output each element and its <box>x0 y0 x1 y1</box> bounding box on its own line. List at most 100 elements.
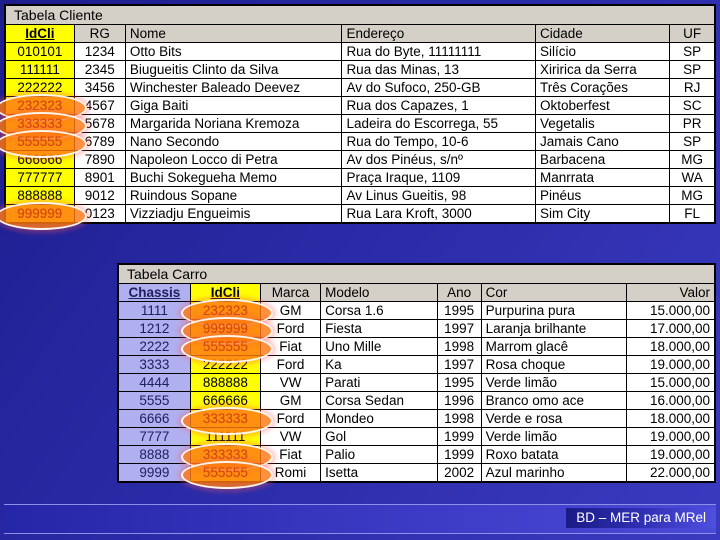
cell-valor: 15.000,00 <box>626 373 716 392</box>
cell-nome: Winchester Baleado Deevez <box>124 78 343 97</box>
cell-nome: Vizziadju Engueimis <box>124 204 343 223</box>
cell-ano: 1998 <box>436 337 482 356</box>
cell-marca: Fiat <box>259 445 322 464</box>
cell-nome: Buchi Sokegueha Memo <box>124 168 343 187</box>
cell-ano: 1999 <box>436 427 482 446</box>
cell-idcli: 999999 <box>189 319 261 338</box>
cell-valor: 19.000,00 <box>626 355 716 374</box>
cell-modelo: Corsa 1.6 <box>320 301 438 320</box>
cell-cidade: Oktoberfest <box>534 96 671 115</box>
cell-uf: SP <box>669 42 716 61</box>
tabela-carro: Tabela Carro Chassis IdCli Marca Modelo Ano Co… <box>117 263 716 483</box>
cell-chassis: 1111 <box>117 301 191 320</box>
cell-ano: 1995 <box>436 373 482 392</box>
cell-idcli: 232323 <box>189 301 261 320</box>
column-header-ano: Ano <box>436 283 482 302</box>
cell-chassis: 6666 <box>117 409 191 428</box>
cell-marca: GM <box>259 301 322 320</box>
cell-cidade: Vegetalis <box>534 114 671 133</box>
table-row[interactable]: 333333 5678 Margarida Noriana Kremoza Ladei… <box>4 114 716 133</box>
column-header-nome: Nome <box>124 24 343 43</box>
table-header-row: IdCli RG Nome Endereço Cidade UF <box>4 24 716 43</box>
cell-rg: 6789 <box>73 132 126 151</box>
cell-marca: Ford <box>259 355 322 374</box>
cell-idcli: 222222 <box>4 78 75 97</box>
table-row[interactable]: 555555 6789 Nano Secondo Rua do Tempo, 10-6… <box>4 132 716 151</box>
cell-uf: FL <box>669 204 716 223</box>
cell-cor: Rosa choque <box>480 355 628 374</box>
cell-uf: SP <box>669 60 716 79</box>
cell-endereco: Rua do Byte, 11111111 <box>341 42 536 61</box>
cell-cidade: Três Corações <box>534 78 671 97</box>
cell-modelo: Gol <box>320 427 438 446</box>
cell-uf: PR <box>669 114 716 133</box>
table-row[interactable]: 777777 8901 Buchi Sokegueha Memo Praça Iraq… <box>4 168 716 187</box>
table-row[interactable]: 222222 3456 Winchester Baleado Deevez Av do… <box>4 78 716 97</box>
cell-rg: 1234 <box>73 42 126 61</box>
cell-idcli: 999999 <box>4 204 75 223</box>
cell-rg: 5678 <box>73 114 126 133</box>
cell-ano: 1997 <box>436 355 482 374</box>
table-row[interactable]: 3333 222222 Ford Ka 1997 Rosa choque 19.000,00 <box>117 355 716 374</box>
cell-idcli: 777777 <box>4 168 75 187</box>
column-header-endereco: Endereço <box>341 24 536 43</box>
column-header-chassis: Chassis <box>117 283 191 302</box>
cell-nome: Biugueitis Clinto da Silva <box>124 60 343 79</box>
cell-valor: 17.000,00 <box>626 319 716 338</box>
cell-modelo: Palio <box>320 445 438 464</box>
table-row[interactable]: 999999 0123 Vizziadju Engueimis Rua Lara Kr… <box>4 204 716 223</box>
column-header-idcli: IdCli <box>189 283 261 302</box>
cell-idcli: 333333 <box>189 445 261 464</box>
table-row[interactable]: 1212 999999 Ford Fiesta 1997 Laranja brilhant… <box>117 319 716 338</box>
table-row[interactable]: 9999 555555 Romi Isetta 2002 Azul marinho 22.0… <box>117 463 716 482</box>
cell-modelo: Parati <box>320 373 438 392</box>
cell-endereco: Ladeira do Escorrega, 55 <box>341 114 536 133</box>
cell-cor: Verde limão <box>480 427 628 446</box>
cell-cidade: Silício <box>534 42 671 61</box>
table-row[interactable]: 232323 4567 Giga Baiti Rua dos Capazes, 1 Ok… <box>4 96 716 115</box>
table-row[interactable]: 6666 333333 Ford Mondeo 1998 Verde e rosa 18.0… <box>117 409 716 428</box>
cell-rg: 4567 <box>73 96 126 115</box>
table-row[interactable]: 5555 666666 GM Corsa Sedan 1996 Branco omo ac… <box>117 391 716 410</box>
cell-ano: 1997 <box>436 319 482 338</box>
cell-rg: 7890 <box>73 150 126 169</box>
cell-nome: Ruindous Sopane <box>124 186 343 205</box>
cell-endereco: Rua Lara Kroft, 3000 <box>341 204 536 223</box>
cell-endereco: Av do Sufoco, 250-GB <box>341 78 536 97</box>
table-row[interactable]: 111111 2345 Biugueitis Clinto da Silva Rua … <box>4 60 716 79</box>
cell-chassis: 1212 <box>117 319 191 338</box>
tabela-cliente: Tabela Cliente IdCli RG Nome Endereço Cidade U… <box>4 4 716 224</box>
cell-rg: 8901 <box>73 168 126 187</box>
cell-endereco: Praça Iraque, 1109 <box>341 168 536 187</box>
table-row[interactable]: 666666 7890 Napoleon Locco di Petra Av dos … <box>4 150 716 169</box>
cell-cidade: Jamais Cano <box>534 132 671 151</box>
table-row[interactable]: 010101 1234 Otto Bits Rua do Byte, 11111111… <box>4 42 716 61</box>
table-row[interactable]: 1111 232323 GM Corsa 1.6 1995 Purpurina pura 1… <box>117 301 716 320</box>
cell-marca: GM <box>259 391 322 410</box>
table-row[interactable]: 8888 333333 Fiat Palio 1999 Roxo batata 19.000… <box>117 445 716 464</box>
column-header-valor: Valor <box>626 283 716 302</box>
table-row[interactable]: 7777 111111 VW Gol 1999 Verde limão 19.000,00 <box>117 427 716 446</box>
table-caption-row: Tabela Cliente <box>5 5 715 25</box>
table-caption-row: Tabela Carro <box>118 264 715 284</box>
cell-uf: MG <box>669 150 716 169</box>
column-header-cidade: Cidade <box>534 24 671 43</box>
table-row[interactable]: 888888 9012 Ruindous Sopane Av Linus Gueiti… <box>4 186 716 205</box>
cell-idcli: 555555 <box>189 463 261 482</box>
table-caption: Tabela Cliente <box>5 5 715 25</box>
cell-idcli: 888888 <box>4 186 75 205</box>
cell-cidade: Pinéus <box>534 186 671 205</box>
table-row[interactable]: 2222 555555 Fiat Uno Mille 1998 Marrom glacê 1… <box>117 337 716 356</box>
cell-marca: Ford <box>259 319 322 338</box>
table-row[interactable]: 4444 888888 VW Parati 1995 Verde limão 15.000,… <box>117 373 716 392</box>
cell-uf: SP <box>669 132 716 151</box>
column-header-marca: Marca <box>259 283 322 302</box>
cell-cor: Verde limão <box>480 373 628 392</box>
cell-idcli: 555555 <box>4 132 75 151</box>
cell-cor: Marrom glacê <box>480 337 628 356</box>
cell-endereco: Av dos Pinéus, s/nº <box>341 150 536 169</box>
cell-cidade: Manrrata <box>534 168 671 187</box>
cell-cidade: Xiririca da Serra <box>534 60 671 79</box>
cell-idcli: 111111 <box>4 60 75 79</box>
cell-rg: 9012 <box>73 186 126 205</box>
